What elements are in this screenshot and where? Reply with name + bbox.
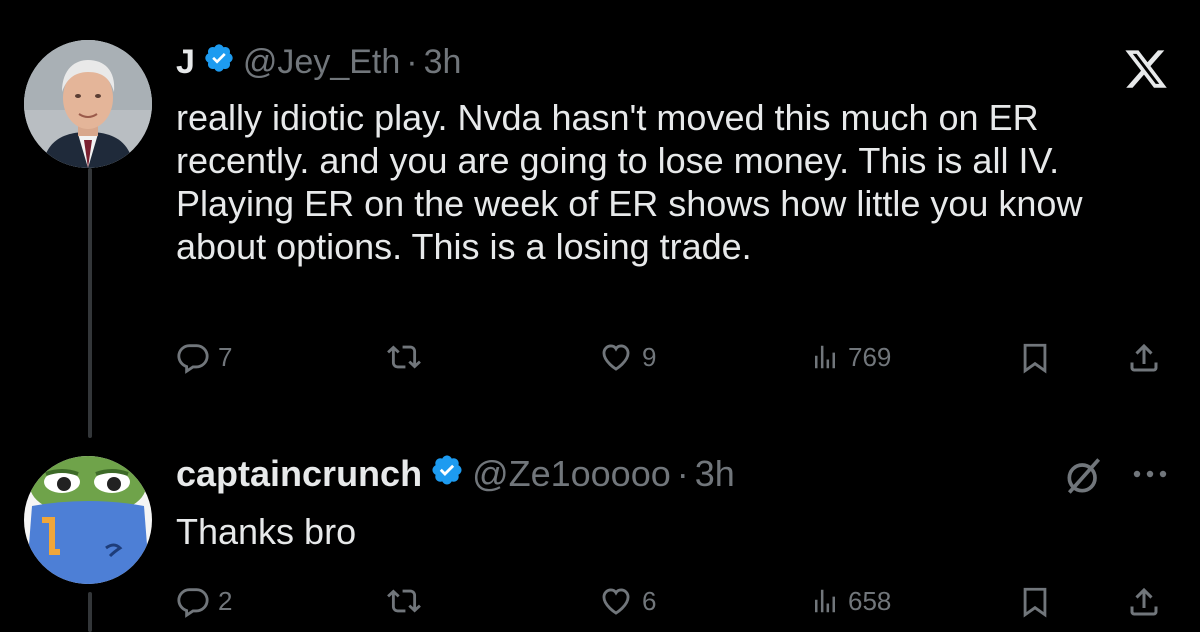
retweet-icon: [387, 345, 421, 369]
retweet-button[interactable]: [384, 340, 424, 374]
view-count: 658: [848, 585, 892, 616]
like-button[interactable]: 9: [598, 340, 656, 374]
tweet-text: really idiotic play. Nvda hasn't moved t…: [176, 97, 1083, 267]
tweet-actions: 7 9 769: [176, 334, 1170, 384]
reply-button[interactable]: 7: [176, 340, 232, 374]
bookmark-icon: [1023, 343, 1047, 374]
bookmark-icon: [1023, 587, 1047, 618]
grok-icon[interactable]: [1062, 454, 1106, 503]
bookmark-button[interactable]: [1018, 340, 1052, 376]
heart-icon: [602, 588, 630, 615]
user-handle[interactable]: @Ze1ooooo: [472, 453, 671, 495]
views-button[interactable]: 769: [810, 340, 891, 374]
display-name[interactable]: J: [176, 43, 195, 82]
reply-count: 2: [218, 585, 233, 616]
tweet-actions: 2 6 658: [176, 578, 1170, 628]
views-button[interactable]: 658: [810, 584, 891, 618]
timestamp[interactable]: 3h: [695, 453, 735, 495]
views-icon: [815, 345, 835, 369]
reply-button[interactable]: 2: [176, 584, 232, 618]
verified-badge-icon: [430, 453, 464, 496]
like-button[interactable]: 6: [598, 584, 656, 618]
views-icon: [815, 589, 835, 613]
avatar[interactable]: [24, 40, 152, 168]
share-icon: [1130, 343, 1158, 372]
retweet-icon: [387, 589, 421, 613]
timestamp[interactable]: 3h: [424, 43, 462, 82]
share-icon: [1130, 587, 1158, 616]
like-count: 9: [642, 341, 657, 372]
view-count: 769: [848, 341, 892, 372]
share-button[interactable]: [1126, 584, 1162, 620]
display-name[interactable]: captaincrunch: [176, 453, 422, 495]
separator-dot: ·: [676, 453, 689, 494]
reply-icon: [177, 344, 209, 374]
x-logo-icon[interactable]: [1122, 46, 1170, 97]
reply-icon: [177, 588, 209, 618]
tweet-text: Thanks bro: [176, 511, 357, 552]
tweet-header: captaincrunch @Ze1ooooo · 3h: [176, 452, 735, 496]
thread-line-top: [88, 168, 92, 438]
heart-icon: [602, 344, 630, 371]
share-button[interactable]: [1126, 340, 1162, 376]
avatar-image: [24, 456, 152, 584]
thread-line-bottom: [88, 592, 92, 632]
like-count: 6: [642, 585, 657, 616]
separator-dot: ·: [406, 42, 418, 81]
more-options-icon[interactable]: [1130, 462, 1170, 491]
bookmark-button[interactable]: [1018, 584, 1052, 620]
avatar[interactable]: [24, 456, 152, 584]
retweet-button[interactable]: [384, 584, 424, 618]
reply-count: 7: [218, 341, 233, 372]
avatar-photo: [24, 40, 152, 168]
tweet-header: J @Jey_Eth · 3h: [176, 42, 461, 82]
verified-badge-icon: [203, 42, 235, 83]
user-handle[interactable]: @Jey_Eth: [243, 43, 400, 82]
